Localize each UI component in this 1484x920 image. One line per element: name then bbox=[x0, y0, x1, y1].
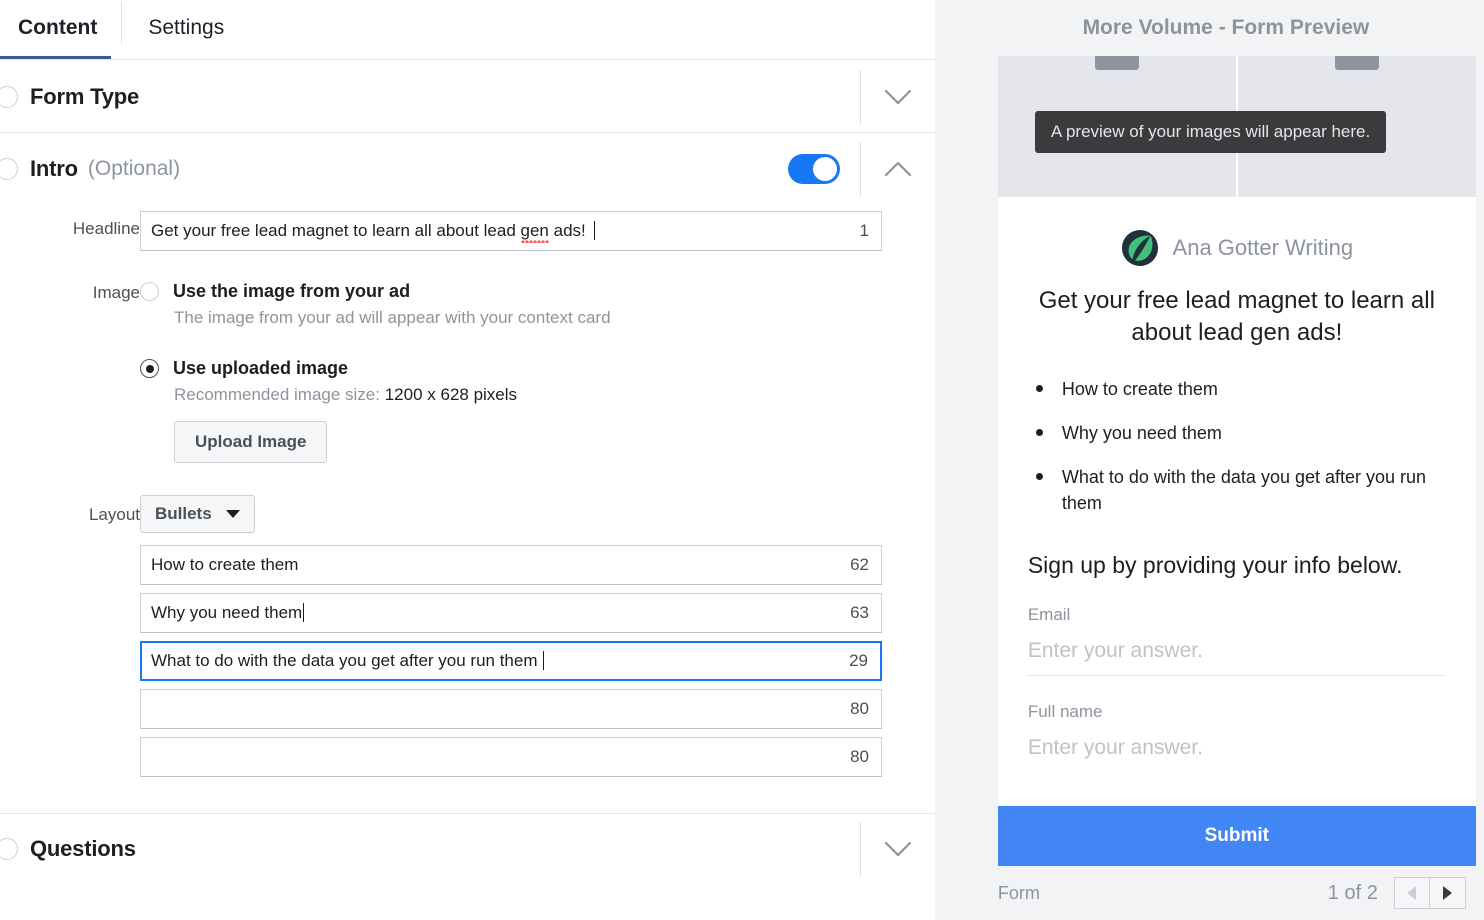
chevron-down-icon-form-type[interactable] bbox=[861, 62, 935, 132]
tab-settings-label: Settings bbox=[148, 16, 225, 39]
radio-use-ad-image-sub: The image from your ad will appear with … bbox=[174, 308, 611, 327]
tab-bar: Content Settings bbox=[0, 0, 935, 62]
bullet-input-3[interactable]: What to do with the data you get after y… bbox=[140, 641, 882, 681]
bullet-input-5[interactable]: 80 bbox=[140, 737, 882, 777]
preview-email-label: Email bbox=[1027, 605, 1071, 625]
preview-brand: Ana Gotter Writing bbox=[998, 229, 1476, 267]
bullet-input-5-count: 80 bbox=[850, 747, 869, 766]
preview-title: More Volume - Form Preview bbox=[1082, 16, 1370, 39]
preview-page-indicator: 1 of 2 bbox=[1327, 881, 1378, 904]
image-option-from-ad[interactable]: Use the image from your ad bbox=[140, 281, 935, 302]
headline-text-after: ads! bbox=[548, 221, 586, 240]
radio-use-uploaded-image[interactable] bbox=[140, 359, 159, 378]
layout-dropdown[interactable]: Bullets bbox=[140, 495, 255, 533]
headline-input-text: Get your free lead magnet to learn all a… bbox=[141, 221, 595, 241]
tab-bar-border bbox=[0, 59, 935, 60]
avatar bbox=[1121, 229, 1158, 267]
text-caret bbox=[303, 603, 305, 622]
bullet-input-3-count: 29 bbox=[849, 651, 868, 670]
bullet-input-2-value: Why you need them bbox=[151, 603, 303, 622]
preview-email-input[interactable]: Enter your answer. bbox=[1027, 625, 1446, 677]
radio-use-ad-image[interactable] bbox=[140, 282, 159, 301]
preview-footer-label: Form bbox=[997, 882, 1040, 903]
intro-enable-toggle[interactable] bbox=[787, 154, 840, 184]
bullet-list: How to create them 62 Why you need them … bbox=[140, 545, 935, 777]
section-title-form-type: Form Type bbox=[30, 84, 140, 109]
section-status-circle-questions bbox=[0, 838, 18, 860]
toggle-knob bbox=[812, 157, 837, 181]
tab-content[interactable]: Content bbox=[8, 0, 121, 48]
text-caret bbox=[542, 651, 544, 670]
photo-icon bbox=[1094, 56, 1139, 70]
preview-submit-button[interactable]: Submit bbox=[997, 806, 1476, 866]
preview-fullname-label: Full name bbox=[1027, 702, 1103, 722]
section-title-intro: Intro bbox=[30, 156, 78, 181]
form-preview-panel: More Volume - Form Preview A preview of … bbox=[967, 0, 1484, 920]
layout-row: Layout Bullets How to create them 62 Why… bbox=[0, 495, 935, 785]
image-row: Image Use the image from your ad The ima… bbox=[0, 281, 935, 463]
preview-bullet-list: How to create them Why you need them Wha… bbox=[998, 350, 1476, 516]
bullet-input-4-count: 80 bbox=[850, 699, 869, 718]
preview-fullname-input[interactable]: Enter your answer. bbox=[1028, 722, 1446, 772]
bullet-input-2-count: 63 bbox=[850, 603, 869, 622]
bullet-input-3-value: What to do with the data you get after y… bbox=[151, 651, 538, 670]
bullet-input-4[interactable]: 80 bbox=[140, 689, 882, 729]
radio-use-ad-image-label: Use the image from your ad bbox=[173, 281, 411, 301]
editor-panel: Content Settings Form Type Intro (Option… bbox=[0, 0, 935, 920]
image-preview-tooltip: A preview of your images will appear her… bbox=[1034, 111, 1387, 153]
preview-footer: Form 1 of 2 bbox=[968, 866, 1484, 920]
chevron-right-icon bbox=[1442, 886, 1452, 900]
section-questions[interactable]: Questions bbox=[0, 814, 935, 884]
section-optional-label-intro: (Optional) bbox=[87, 157, 181, 180]
preview-brand-name: Ana Gotter Writing bbox=[1172, 235, 1354, 260]
preview-headline: Get your free lead magnet to learn all a… bbox=[1038, 287, 1435, 347]
preview-email-field[interactable]: Email Enter your answer. bbox=[998, 605, 1476, 677]
bullet-input-1-text: How to create them bbox=[151, 555, 299, 574]
headline-text-misspelled: gen bbox=[520, 221, 549, 240]
bullet-input-2[interactable]: Why you need them 63 bbox=[140, 593, 882, 633]
image-option-uploaded[interactable]: Use uploaded image bbox=[140, 358, 935, 379]
layout-label: Layout bbox=[88, 505, 140, 524]
headline-char-count: 1 bbox=[859, 221, 869, 240]
image-label: Image bbox=[92, 283, 140, 302]
upload-image-button[interactable]: Upload Image bbox=[174, 421, 328, 463]
preview-signup-text: Sign up by providing your info below. bbox=[1027, 552, 1403, 579]
photo-icon bbox=[1334, 56, 1379, 70]
list-item: Why you need them bbox=[1034, 420, 1444, 446]
chevron-down-icon-layout bbox=[225, 510, 240, 518]
section-title-questions: Questions bbox=[30, 836, 136, 861]
radio-use-uploaded-image-label: Use uploaded image bbox=[173, 358, 349, 378]
tab-content-label: Content bbox=[18, 16, 98, 39]
lead-form-editor-app: Content Settings Form Type Intro (Option… bbox=[0, 0, 1484, 920]
text-caret bbox=[593, 221, 595, 240]
radio-use-uploaded-image-sub: Recommended image size: 1200 x 628 pixel… bbox=[174, 385, 935, 405]
preview-card: A preview of your images will appear her… bbox=[997, 56, 1476, 866]
bullet-input-1-count: 62 bbox=[850, 555, 869, 574]
section-form-type[interactable]: Form Type bbox=[0, 62, 935, 132]
list-item: How to create them bbox=[1034, 376, 1444, 402]
next-page-button[interactable] bbox=[1429, 877, 1466, 909]
list-item: What to do with the data you get after y… bbox=[1034, 464, 1444, 516]
panel-gutter bbox=[934, 0, 968, 920]
layout-dropdown-value: Bullets bbox=[155, 504, 212, 523]
headline-label: Headline bbox=[72, 219, 140, 238]
section-status-circle-form-type bbox=[0, 86, 18, 108]
tab-settings[interactable]: Settings bbox=[122, 0, 248, 48]
chevron-down-icon-questions[interactable] bbox=[861, 814, 935, 884]
headline-input[interactable]: Get your free lead magnet to learn all a… bbox=[140, 211, 882, 251]
headline-text-before: Get your free lead magnet to learn all a… bbox=[151, 221, 521, 240]
bullet-input-2-text: Why you need them bbox=[141, 603, 305, 623]
section-status-circle-intro bbox=[0, 158, 18, 180]
preview-fullname-field[interactable]: Full name Enter your answer. bbox=[998, 702, 1476, 772]
bullet-input-3-text: What to do with the data you get after y… bbox=[142, 651, 544, 671]
bullet-input-1[interactable]: How to create them 62 bbox=[140, 545, 882, 585]
headline-row: Headline Get your free lead magnet to le… bbox=[0, 211, 935, 251]
chevron-left-icon bbox=[1407, 886, 1417, 900]
chevron-up-icon-intro[interactable] bbox=[861, 133, 935, 205]
preview-image-placeholders: A preview of your images will appear her… bbox=[997, 56, 1476, 197]
previous-page-button[interactable] bbox=[1393, 877, 1430, 909]
recommended-size-prefix: Recommended image size: bbox=[174, 385, 385, 404]
recommended-size-value: 1200 x 628 pixels bbox=[384, 385, 518, 404]
section-intro[interactable]: Intro (Optional) bbox=[0, 133, 935, 205]
